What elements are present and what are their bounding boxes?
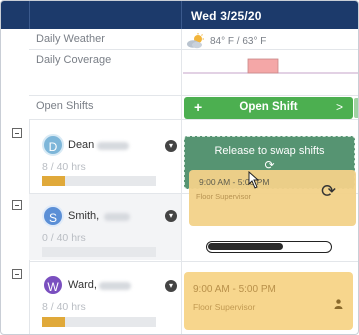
hours-progress-fill [42,317,65,327]
shift-role: Floor Supervisor [196,192,252,201]
hours-text: 8 / 40 hrs [42,161,86,173]
collapse-toggle[interactable] [12,128,22,138]
loading-progress-bar [206,241,332,253]
scrollbar-thumb[interactable] [354,98,358,118]
schedule-header: Wed 3/25/20 [1,1,358,29]
hours-text: 8 / 40 hrs [42,301,86,313]
header-date: Wed 3/25/20 [191,9,262,23]
swap-icon: ⟳ [321,181,337,201]
open-shift-button[interactable]: + Open Shift > [184,97,353,119]
redacted-name [104,213,130,221]
redacted-name [99,282,131,290]
chevron-down-icon[interactable]: ▾ [165,210,177,222]
person-icon [334,299,343,309]
employee-name[interactable]: Dean [68,139,94,151]
schedule-frame: Wed 3/25/20 Daily Weather Daily Coverage… [0,0,359,335]
open-shifts-label: Open Shifts [36,100,94,112]
shift-card[interactable]: 9:00 AM - 5:00 PM Floor Supervisor [184,272,353,330]
collapse-toggle[interactable] [12,200,22,210]
avatar: S [42,205,64,227]
chevron-right-icon: > [335,100,343,114]
employee-name[interactable]: Ward, [68,279,97,291]
employee-name[interactable]: Smith, [68,210,99,222]
shift-time: 9:00 AM - 5:00 PM [193,284,276,295]
avatar: D [42,134,64,156]
hours-progress [42,317,156,327]
swap-drop-label: Release to swap shifts [214,145,325,157]
hours-progress-fill [42,176,65,186]
hours-progress [42,247,156,257]
open-shift-label: Open Shift [239,101,298,113]
loading-progress-fill [208,243,283,250]
hand-cursor-icon [248,171,260,189]
shift-role: Floor Supervisor [193,302,256,312]
weather-temperature: 84° F / 63° F [210,36,267,47]
chevron-down-icon[interactable]: ▾ [165,280,177,292]
chevron-down-icon[interactable]: ▾ [165,140,177,152]
redacted-name [97,142,129,150]
coverage-graph [183,58,358,74]
partly-sunny-icon [187,33,204,49]
daily-coverage-label: Daily Coverage [36,54,112,66]
hours-text: 0 / 40 hrs [42,232,86,244]
collapse-toggle[interactable] [12,269,22,279]
hours-progress [42,176,156,186]
avatar: W [42,274,64,296]
daily-weather-label: Daily Weather [36,33,105,45]
